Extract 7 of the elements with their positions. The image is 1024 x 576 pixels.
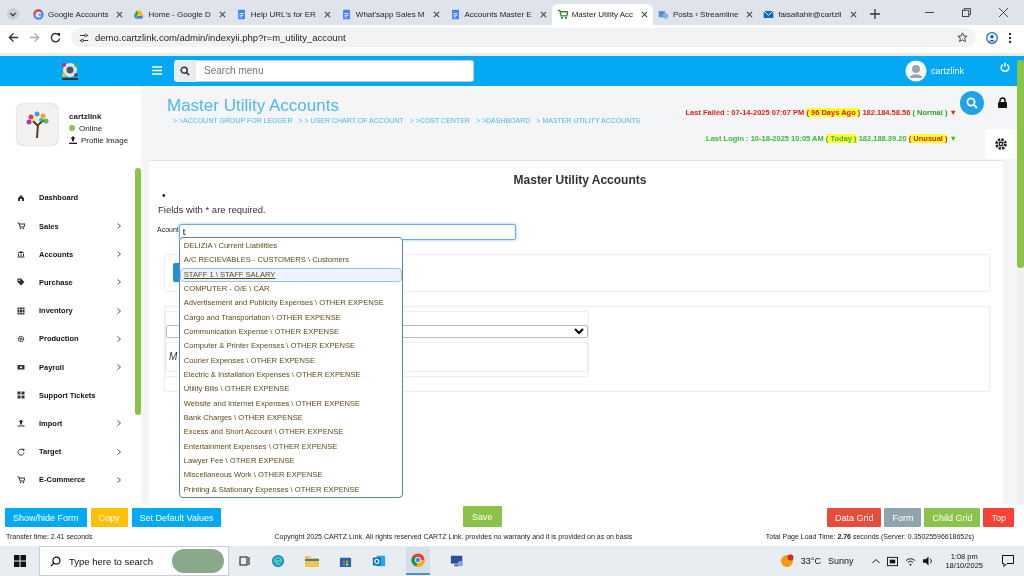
required-note: Fields with * are required. <box>158 203 267 215</box>
bullet-mark: • <box>162 189 167 201</box>
page-title: Master Utility Accounts <box>167 96 340 115</box>
form-heading: Master Utility Accounts <box>512 172 648 187</box>
status-text: Online <box>79 123 103 133</box>
field-text: M <box>169 351 178 363</box>
profile-name: cartzlink <box>69 111 103 121</box>
